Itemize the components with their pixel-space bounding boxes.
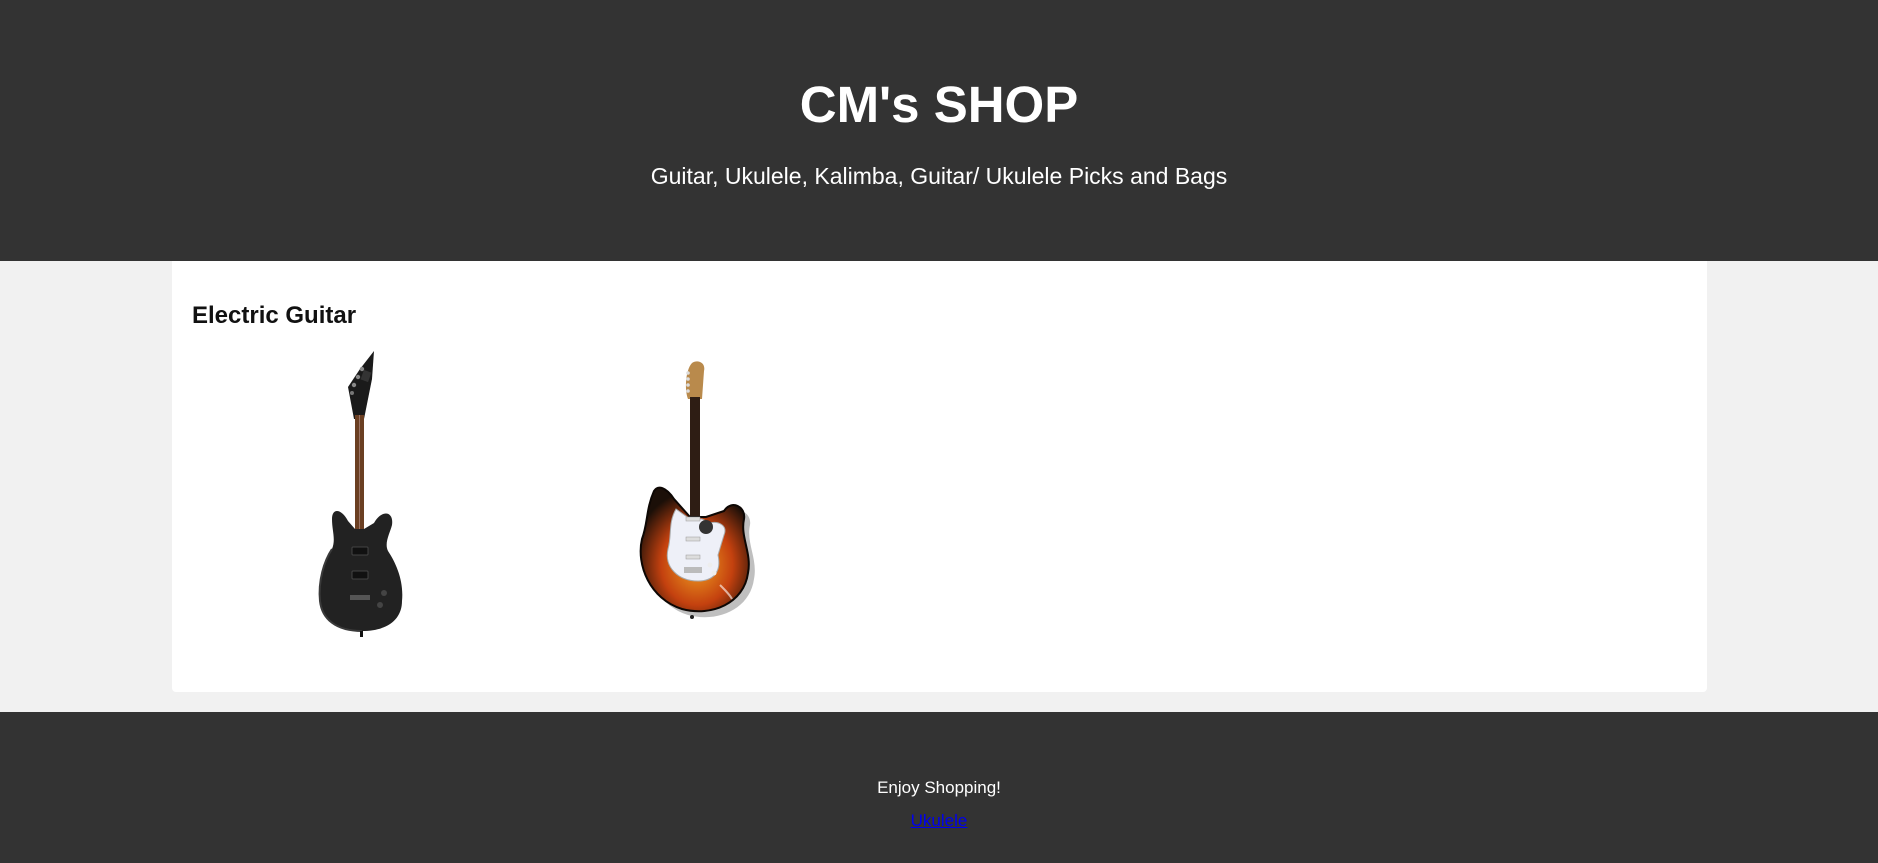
site-footer: Enjoy Shopping! Ukulele [0,712,1878,863]
site-header: CM's SHOP Guitar, Ukulele, Kalimba, Guit… [0,0,1878,261]
product-image-black-guitar[interactable] [302,349,422,649]
black-electric-guitar-icon [318,351,403,637]
ukulele-link[interactable]: Ukulele [911,811,968,830]
product-image-sunburst-guitar[interactable] [632,359,762,641]
footer-tagline: Enjoy Shopping! [877,778,1001,797]
product-section: Electric Guitar [172,261,1707,692]
section-title: Electric Guitar [192,302,357,329]
sunburst-electric-guitar-icon [639,361,755,619]
shop-title: CM's SHOP [799,76,1079,133]
shop-subtitle: Guitar, Ukulele, Kalimba, Guitar/ Ukulel… [650,163,1228,189]
footer-links: Ukulele [0,811,1878,831]
